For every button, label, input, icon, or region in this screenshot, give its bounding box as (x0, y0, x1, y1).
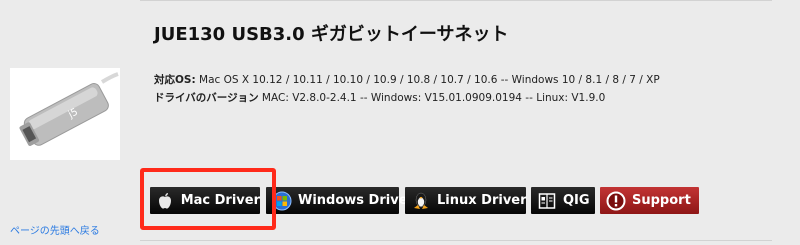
document-icon (537, 191, 557, 211)
alert-icon (606, 191, 626, 211)
supported-os-line: 対応OS: Mac OS X 10.12 / 10.11 / 10.10 / 1… (154, 72, 660, 87)
linux-penguin-icon (411, 191, 431, 211)
windows-driver-label: Windows Driver (298, 193, 414, 208)
support-button[interactable]: Support (600, 187, 699, 214)
supported-os-label: 対応OS: (154, 74, 196, 86)
qig-button[interactable]: QIG (531, 187, 595, 214)
bottom-divider (140, 240, 772, 241)
product-title: JUE130 USB3.0 ギガビットイーサネット (154, 24, 509, 45)
support-label: Support (632, 193, 691, 208)
linux-driver-button[interactable]: Linux Driver (405, 187, 527, 214)
back-to-top-link[interactable]: ページの先頭へ戻る (10, 222, 100, 237)
mac-driver-highlight-box (140, 168, 276, 230)
driver-version-line: ドライバのバージョン MAC: V2.8.0-2.4.1 -- Windows:… (154, 90, 605, 105)
product-image: j5 (10, 68, 120, 160)
linux-driver-label: Linux Driver (437, 193, 527, 208)
usb-ethernet-adapter-image: j5 (19, 72, 119, 146)
windows-driver-button[interactable]: Windows Driver (266, 187, 414, 214)
top-divider (140, 0, 772, 1)
supported-os-value: Mac OS X 10.12 / 10.11 / 10.10 / 10.9 / … (195, 74, 660, 86)
driver-version-value: MAC: V2.8.0-2.4.1 -- Windows: V15.01.090… (258, 92, 606, 104)
driver-version-label: ドライバのバージョン (154, 92, 259, 104)
qig-label: QIG (563, 193, 590, 208)
